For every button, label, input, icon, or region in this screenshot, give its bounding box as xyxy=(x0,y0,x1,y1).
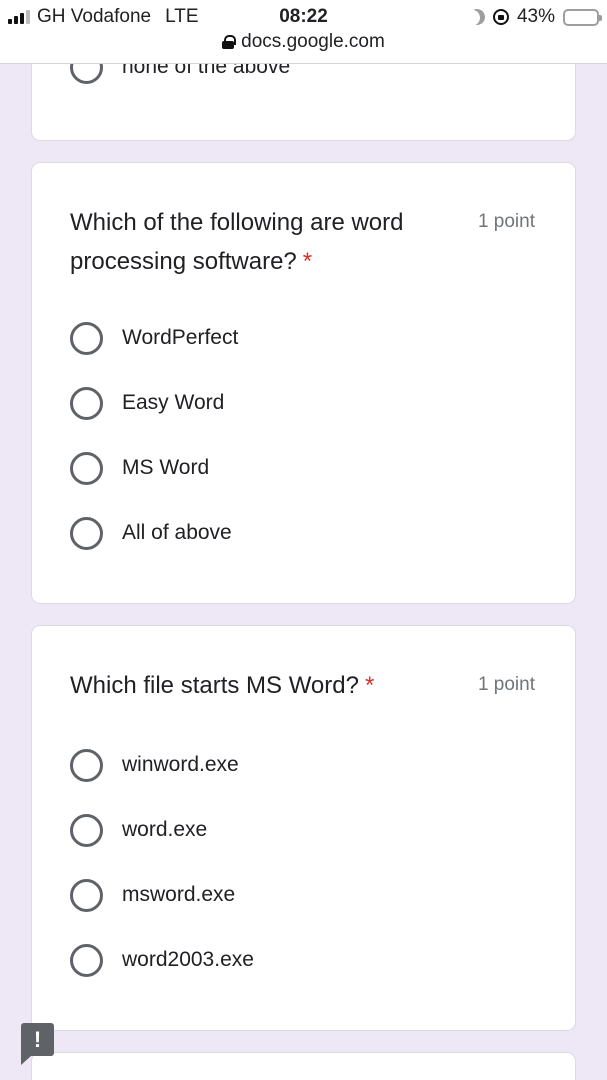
radio-button[interactable] xyxy=(70,386,103,420)
required-marker: * xyxy=(302,248,313,275)
option-item[interactable]: WordPerfect xyxy=(70,321,238,355)
radio-button[interactable] xyxy=(70,516,103,550)
option-item[interactable]: All of above xyxy=(70,516,232,550)
radio-button[interactable] xyxy=(70,943,103,977)
question-points: 1 point xyxy=(477,211,535,232)
question-title: Which of the following are word processi… xyxy=(70,203,455,281)
report-issue-button[interactable]: ! xyxy=(21,1023,54,1065)
battery-icon xyxy=(563,8,602,26)
next-question-card xyxy=(31,1052,576,1080)
option-item[interactable]: word.exe xyxy=(70,813,207,847)
network-type: LTE xyxy=(165,6,199,27)
option-label: winword.exe xyxy=(122,753,239,776)
question-card-2: Which file starts MS Word? * 1 point winw… xyxy=(31,625,576,1031)
radio-button[interactable] xyxy=(70,813,103,847)
radio-button[interactable] xyxy=(70,321,103,355)
option-item[interactable]: MS Word xyxy=(70,451,209,485)
option-item[interactable]: word2003.exe xyxy=(70,943,254,977)
option-label: word2003.exe xyxy=(122,948,254,971)
option-label: All of above xyxy=(122,521,232,544)
carrier-name: GH Vodafone xyxy=(37,6,152,27)
question-points: 1 point xyxy=(477,674,535,695)
url-text: docs.google.com xyxy=(241,31,385,52)
question-text: Which of the following are word processi… xyxy=(70,209,404,275)
option-label: msword.exe xyxy=(122,883,236,906)
rotation-lock-icon xyxy=(492,9,509,25)
radio-button[interactable] xyxy=(70,878,103,912)
option-label: Easy Word xyxy=(122,391,225,414)
option-item[interactable]: winword.exe xyxy=(70,748,239,782)
do-not-disturb-icon xyxy=(467,7,488,28)
question-title: Which file starts MS Word? * xyxy=(70,666,455,705)
carrier-info: GH Vodafone LTE xyxy=(8,6,199,28)
signal-strength-icon xyxy=(8,10,30,24)
lock-icon xyxy=(222,35,237,49)
option-label: MS Word xyxy=(122,456,210,479)
battery-percent: 43% xyxy=(516,6,555,27)
question-text: Which file starts MS Word? xyxy=(70,672,359,699)
required-marker: * xyxy=(364,672,375,699)
status-bar: GH Vodafone LTE 08:22 43% docs.google.co… xyxy=(0,0,607,64)
radio-button[interactable] xyxy=(70,451,103,485)
radio-button[interactable] xyxy=(70,748,103,782)
option-label: WordPerfect xyxy=(122,326,239,349)
question-card-1: Which of the following are word processi… xyxy=(31,162,576,604)
status-icons: 43% xyxy=(467,6,602,28)
option-item[interactable]: Easy Word xyxy=(70,386,224,420)
address-bar[interactable]: docs.google.com xyxy=(0,31,607,53)
option-label: word.exe xyxy=(122,818,208,841)
option-item[interactable]: msword.exe xyxy=(70,878,235,912)
